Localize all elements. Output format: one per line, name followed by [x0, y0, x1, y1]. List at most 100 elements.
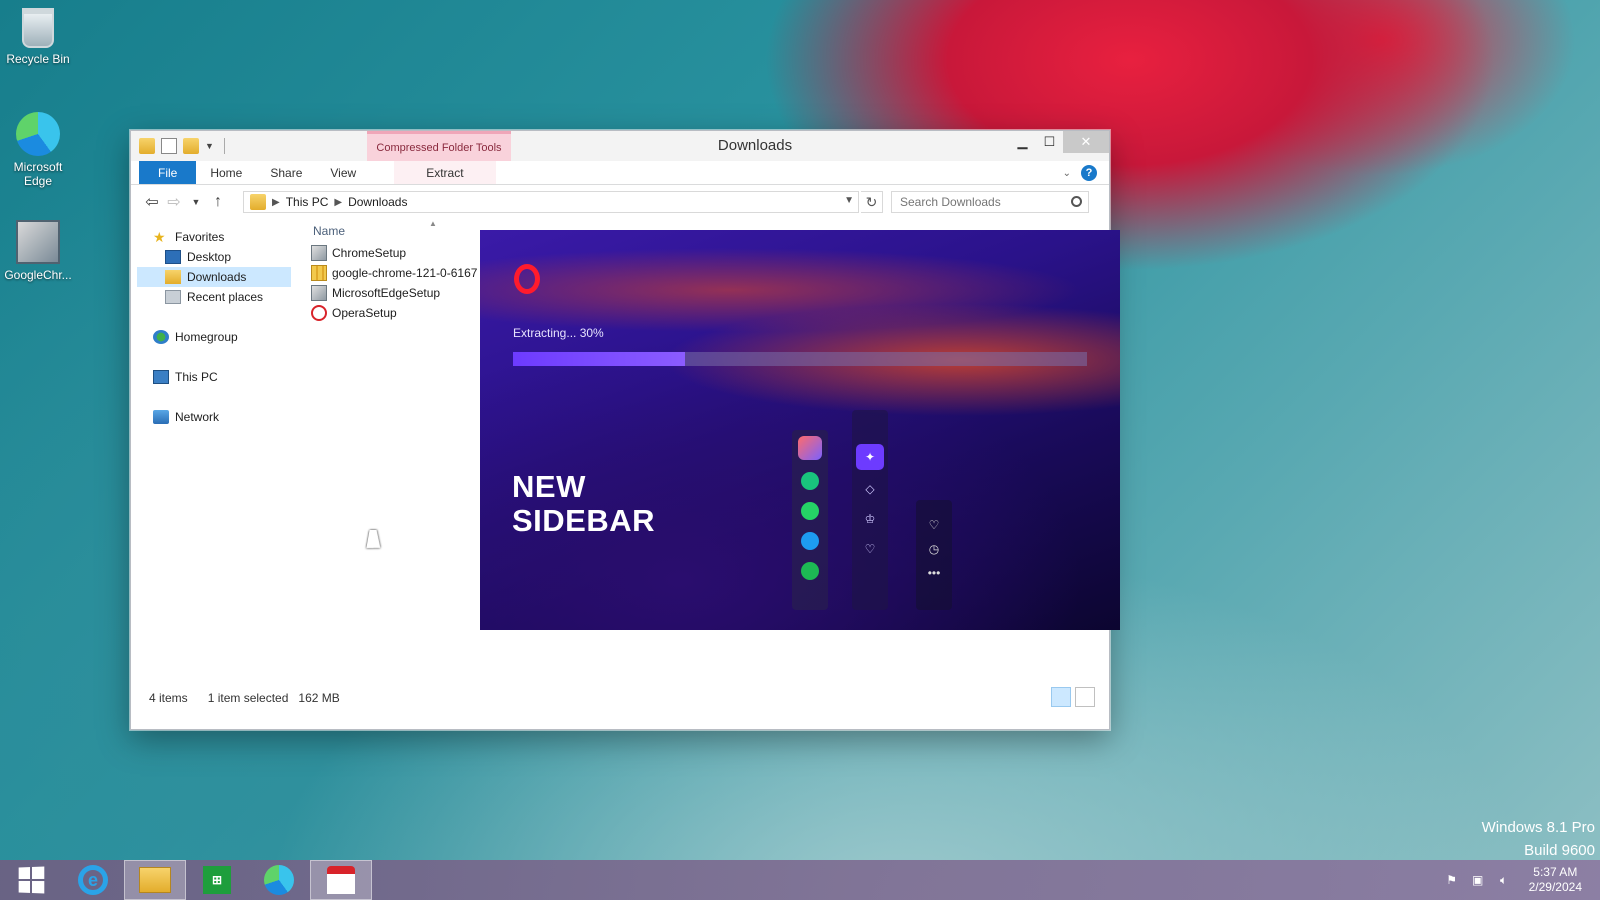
nav-item-label: Desktop — [187, 250, 232, 264]
window-title: Downloads — [717, 137, 793, 154]
opera-installer-window: Extracting... 30% NEW SIDEBAR ✦ ◇ ♔ ♡ ♡ … — [480, 230, 1120, 630]
tab-extract[interactable]: Extract — [394, 161, 496, 184]
shield-heart-icon: ♡ — [864, 542, 876, 556]
breadcrumb-this-pc[interactable]: This PC — [286, 195, 329, 209]
tab-home[interactable]: Home — [196, 161, 256, 184]
address-dropdown-icon[interactable]: ▼ — [844, 195, 854, 206]
search-icon[interactable] — [1071, 196, 1082, 207]
window-controls: ▁ ☐ ✕ — [1009, 131, 1109, 153]
setup-icon — [311, 245, 327, 261]
details-view-button[interactable] — [1051, 687, 1071, 707]
file-explorer-icon — [139, 867, 171, 893]
nav-item-favorites[interactable]: ★ Favorites — [137, 227, 291, 247]
tab-view[interactable]: View — [316, 161, 370, 184]
search-input[interactable] — [900, 195, 1060, 209]
new-folder-icon[interactable] — [183, 138, 199, 154]
nav-item-homegroup[interactable]: Homegroup — [137, 327, 291, 347]
folder-icon[interactable] — [139, 138, 155, 154]
watermark-edition: Windows 8.1 Pro — [1481, 819, 1595, 836]
clock-icon: ◷ — [928, 542, 940, 556]
customize-qat-chevron-icon[interactable]: ▼ — [205, 141, 214, 151]
refresh-button[interactable]: ↻ — [861, 191, 883, 213]
file-row[interactable]: ChromeSetup — [307, 243, 477, 263]
nav-item-desktop[interactable]: Desktop — [137, 247, 291, 267]
desktop-icon-label: Microsoft Edge — [13, 160, 63, 188]
file-row[interactable]: OperaSetup — [307, 303, 477, 323]
headline-line-1: NEW — [512, 469, 586, 504]
recycle-bin-icon — [22, 8, 54, 48]
file-row[interactable]: MicrosoftEdgeSetup — [307, 283, 477, 303]
forward-button[interactable]: ⇨ — [163, 191, 185, 213]
ribbon-tabs: File Home Share View Extract — [131, 161, 1109, 185]
item-count: 4 items — [149, 691, 188, 705]
taskbar-file-explorer[interactable] — [124, 860, 186, 900]
ribbon-right-controls: ⌄ ? — [1063, 165, 1097, 181]
system-tray: ⚑ ▣ 🔈︎ 5:37 AM 2/29/2024 — [1445, 860, 1600, 900]
file-row[interactable]: google-chrome-121-0-6167 — [307, 263, 477, 283]
desktop-icon-recycle-bin[interactable]: Recycle Bin — [4, 8, 72, 66]
file-name: google-chrome-121-0-6167 — [332, 266, 477, 280]
clock[interactable]: 5:37 AM 2/29/2024 — [1529, 865, 1582, 895]
file-list: Name ▲ ChromeSetup google-chrome-121-0-6… — [307, 219, 477, 323]
search-box[interactable] — [891, 191, 1089, 213]
network-icon — [153, 410, 169, 424]
chatgpt-icon — [801, 472, 819, 490]
column-label: Name — [313, 224, 346, 238]
opera-icon — [311, 305, 327, 321]
internet-explorer-icon: e — [78, 865, 108, 895]
tab-share[interactable]: Share — [256, 161, 316, 184]
network-icon[interactable]: ▣ — [1471, 873, 1485, 887]
desktop-icon-label: GoogleChr... — [4, 268, 72, 282]
zip-folder-icon — [311, 265, 327, 281]
nav-item-downloads[interactable]: Downloads — [137, 267, 291, 287]
watermark-build: Build 9600 — [1524, 842, 1595, 859]
help-icon[interactable]: ? — [1081, 165, 1097, 181]
nav-item-label: Recent places — [187, 290, 264, 304]
expand-ribbon-chevron-icon[interactable]: ⌄ — [1063, 168, 1071, 179]
qat-divider — [223, 138, 225, 154]
taskbar-opera-installer[interactable] — [310, 860, 372, 900]
spotify-icon — [801, 562, 819, 580]
edge-icon — [16, 112, 60, 156]
opera-logo-icon — [514, 264, 540, 294]
large-icons-view-button[interactable] — [1075, 687, 1095, 707]
desktop-icon-microsoft-edge[interactable]: Microsoft Edge — [4, 112, 72, 188]
breadcrumb-downloads[interactable]: Downloads — [348, 195, 407, 209]
volume-muted-icon[interactable]: 🔈︎ — [1497, 873, 1511, 887]
properties-icon[interactable] — [161, 138, 177, 154]
start-button[interactable] — [0, 860, 62, 900]
view-switcher — [1051, 687, 1095, 707]
nav-item-this-pc[interactable]: This PC — [137, 367, 291, 387]
maximize-button[interactable]: ☐ — [1036, 131, 1063, 153]
file-name: MicrosoftEdgeSetup — [332, 286, 441, 300]
file-name: ChromeSetup — [332, 246, 407, 260]
title-bar[interactable]: ▼ Compressed Folder Tools Downloads ▁ ☐ … — [131, 131, 1109, 161]
taskbar-edge[interactable] — [248, 860, 310, 900]
tab-file[interactable]: File — [139, 161, 197, 184]
selection-info: 1 item selected 162 MB — [208, 691, 340, 705]
promo-sidebar-tools: ✦ ◇ ♔ ♡ — [852, 410, 888, 610]
taskbar-internet-explorer[interactable]: e — [62, 860, 124, 900]
recent-places-icon — [165, 290, 181, 304]
up-button[interactable]: ↑ — [207, 191, 229, 213]
recent-locations-chevron-icon[interactable]: ▼ — [185, 191, 207, 213]
nav-item-network[interactable]: Network — [137, 407, 291, 427]
nav-item-recent-places[interactable]: Recent places — [137, 287, 291, 307]
sort-ascending-icon: ▲ — [429, 219, 437, 228]
homegroup-icon — [153, 330, 169, 344]
minimize-button[interactable]: ▁ — [1009, 131, 1036, 153]
action-center-flag-icon[interactable]: ⚑ — [1445, 873, 1459, 887]
desktop-icon-googlechrome[interactable]: GoogleChr... — [4, 220, 72, 282]
computer-icon — [153, 370, 169, 384]
downloads-folder-icon — [165, 270, 181, 284]
column-header-name[interactable]: Name ▲ — [307, 219, 477, 243]
close-button[interactable]: ✕ — [1063, 131, 1109, 153]
progress-fill — [513, 352, 686, 366]
crown-icon: ♔ — [864, 512, 876, 526]
more-icon: ••• — [927, 566, 941, 580]
back-button[interactable]: ⇦ — [141, 191, 163, 213]
taskbar-store[interactable]: ⊞ — [186, 860, 248, 900]
promo-headline: NEW SIDEBAR — [512, 470, 655, 538]
address-bar[interactable]: ▶ This PC ▶ Downloads ▼ — [243, 191, 859, 213]
